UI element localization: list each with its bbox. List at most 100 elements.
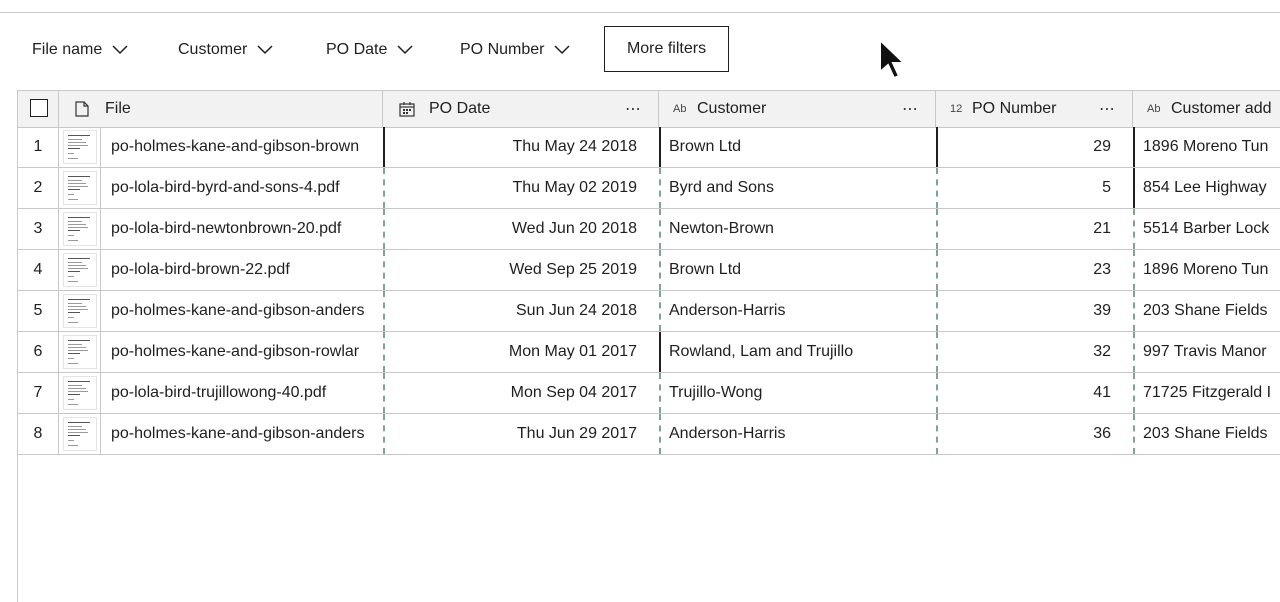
- file-name-cell[interactable]: po-holmes-kane-and-gibson-anders: [101, 291, 383, 331]
- file-thumbnail[interactable]: [59, 291, 101, 331]
- select-all-cell: [18, 91, 59, 127]
- customer-address-cell[interactable]: 203 Shane Fields: [1133, 291, 1280, 331]
- filter-po-date[interactable]: PO Date: [326, 26, 413, 74]
- file-thumbnail[interactable]: [59, 414, 101, 454]
- customer-address-cell[interactable]: 1896 Moreno Tun: [1133, 127, 1280, 167]
- customer-address-cell[interactable]: 854 Lee Highway: [1133, 168, 1280, 208]
- file-icon: [75, 101, 89, 117]
- customer-cell[interactable]: Anderson-Harris: [659, 291, 936, 331]
- customer-cell[interactable]: Trujillo-Wong: [659, 373, 936, 413]
- customer-address-cell[interactable]: 71725 Fitzgerald I: [1133, 373, 1280, 413]
- chevron-down-icon: [257, 45, 273, 55]
- po-number-cell[interactable]: 21: [936, 209, 1133, 249]
- row-index: 1: [18, 127, 59, 167]
- more-filters-button[interactable]: More filters: [604, 26, 729, 72]
- po-number-cell[interactable]: 36: [936, 414, 1133, 454]
- po-date-cell[interactable]: Wed Sep 25 2019: [383, 250, 659, 290]
- file-thumbnail[interactable]: [59, 168, 101, 208]
- file-name-cell[interactable]: po-lola-bird-newtonbrown-20.pdf: [101, 209, 383, 249]
- file-thumbnail[interactable]: [59, 250, 101, 290]
- row-index: 6: [18, 332, 59, 372]
- column-header-customer[interactable]: Ab Customer ⋯: [659, 91, 936, 127]
- row-index: 7: [18, 373, 59, 413]
- text-type-icon: Ab: [1147, 103, 1161, 115]
- file-name-cell[interactable]: po-holmes-kane-and-gibson-rowlar: [101, 332, 383, 372]
- file-thumbnail[interactable]: [59, 373, 101, 413]
- po-number-cell[interactable]: 32: [936, 332, 1133, 372]
- more-options-icon[interactable]: ⋯: [902, 99, 919, 119]
- table-row[interactable]: 7 po-lola-bird-trujillowong-40.pdf Mon S…: [18, 373, 1280, 414]
- filter-label: PO Date: [326, 41, 388, 58]
- po-date-cell[interactable]: Mon Sep 04 2017: [383, 373, 659, 413]
- file-thumbnail[interactable]: [59, 209, 101, 249]
- filter-label: File name: [32, 41, 103, 58]
- column-header-customer-address[interactable]: Ab Customer add: [1133, 91, 1280, 127]
- column-label: Customer: [697, 100, 767, 117]
- more-options-icon[interactable]: ⋯: [1099, 99, 1116, 119]
- customer-cell[interactable]: Anderson-Harris: [659, 414, 936, 454]
- po-number-cell[interactable]: 39: [936, 291, 1133, 331]
- select-all-checkbox[interactable]: [30, 99, 48, 117]
- filter-po-number[interactable]: PO Number: [460, 26, 570, 74]
- table-row[interactable]: 2 po-lola-bird-byrd-and-sons-4.pdf Thu M…: [18, 168, 1280, 209]
- column-label: PO Date: [429, 100, 491, 117]
- file-name-cell[interactable]: po-holmes-kane-and-gibson-anders: [101, 414, 383, 454]
- po-date-cell[interactable]: Sun Jun 24 2018: [383, 291, 659, 331]
- file-thumbnail[interactable]: [59, 127, 101, 167]
- file-thumbnail[interactable]: [59, 332, 101, 372]
- column-header-po-number[interactable]: 12 PO Number ⋯: [936, 91, 1133, 127]
- calendar-icon: [399, 102, 415, 117]
- chevron-down-icon: [397, 45, 413, 55]
- filter-file-name[interactable]: File name: [32, 26, 128, 74]
- po-date-cell[interactable]: Thu May 02 2019: [383, 168, 659, 208]
- row-index: 4: [18, 250, 59, 290]
- row-index: 3: [18, 209, 59, 249]
- document-preview-icon: [62, 335, 97, 369]
- document-preview-icon: [62, 294, 97, 328]
- text-type-icon: Ab: [673, 103, 687, 115]
- data-grid: File PO Date ⋯ Ab Customer ⋯ 12 PO Numbe…: [17, 90, 1280, 602]
- file-name-cell[interactable]: po-lola-bird-brown-22.pdf: [101, 250, 383, 290]
- document-preview-icon: [62, 130, 97, 164]
- po-date-cell[interactable]: Mon May 01 2017: [383, 332, 659, 372]
- table-row[interactable]: 8 po-holmes-kane-and-gibson-anders Thu J…: [18, 414, 1280, 455]
- number-type-icon: 12: [950, 103, 963, 115]
- po-number-cell[interactable]: 29: [936, 127, 1133, 167]
- customer-cell[interactable]: Newton-Brown: [659, 209, 936, 249]
- table-row[interactable]: 6 po-holmes-kane-and-gibson-rowlar Mon M…: [18, 332, 1280, 373]
- customer-cell[interactable]: Brown Ltd: [659, 250, 936, 290]
- table-row[interactable]: 3 po-lola-bird-newtonbrown-20.pdf Wed Ju…: [18, 209, 1280, 250]
- po-number-cell[interactable]: 23: [936, 250, 1133, 290]
- customer-cell[interactable]: Rowland, Lam and Trujillo: [659, 332, 936, 372]
- table-row[interactable]: 4 po-lola-bird-brown-22.pdf Wed Sep 25 2…: [18, 250, 1280, 291]
- row-index: 8: [18, 414, 59, 454]
- po-number-cell[interactable]: 41: [936, 373, 1133, 413]
- column-header-po-date[interactable]: PO Date ⋯: [383, 91, 659, 127]
- po-number-cell[interactable]: 5: [936, 168, 1133, 208]
- file-name-cell[interactable]: po-lola-bird-byrd-and-sons-4.pdf: [101, 168, 383, 208]
- top-divider: [0, 12, 1280, 13]
- po-date-cell[interactable]: Thu May 24 2018: [383, 127, 659, 167]
- customer-address-cell[interactable]: 5514 Barber Lock: [1133, 209, 1280, 249]
- column-header-file[interactable]: File: [59, 91, 383, 127]
- customer-address-cell[interactable]: 997 Travis Manor: [1133, 332, 1280, 372]
- customer-cell[interactable]: Brown Ltd: [659, 127, 936, 167]
- filter-customer[interactable]: Customer: [178, 26, 273, 74]
- document-preview-icon: [62, 171, 97, 205]
- table-row[interactable]: 5 po-holmes-kane-and-gibson-anders Sun J…: [18, 291, 1280, 332]
- file-name-cell[interactable]: po-holmes-kane-and-gibson-brown: [101, 127, 383, 167]
- document-preview-icon: [62, 212, 97, 246]
- file-name-cell[interactable]: po-lola-bird-trujillowong-40.pdf: [101, 373, 383, 413]
- mouse-cursor-icon: [879, 38, 907, 80]
- customer-address-cell[interactable]: 203 Shane Fields: [1133, 414, 1280, 454]
- table-row[interactable]: 1 po-holmes-kane-and-gibson-brown Thu Ma…: [18, 127, 1280, 168]
- document-preview-icon: [62, 376, 97, 410]
- column-label: PO Number: [972, 100, 1057, 117]
- po-date-cell[interactable]: Wed Jun 20 2018: [383, 209, 659, 249]
- customer-cell[interactable]: Byrd and Sons: [659, 168, 936, 208]
- column-label: File: [105, 100, 131, 117]
- customer-address-cell[interactable]: 1896 Moreno Tun: [1133, 250, 1280, 290]
- filter-bar: File name Customer PO Date PO Number Mor…: [0, 26, 1280, 74]
- more-options-icon[interactable]: ⋯: [625, 99, 642, 119]
- po-date-cell[interactable]: Thu Jun 29 2017: [383, 414, 659, 454]
